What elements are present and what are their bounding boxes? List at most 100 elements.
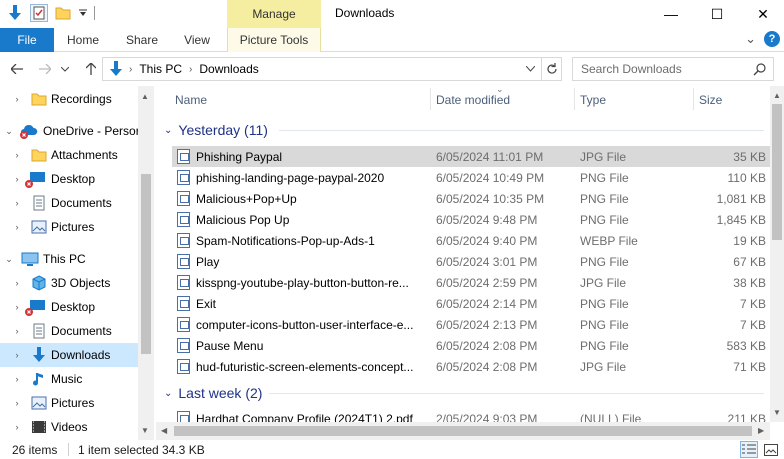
- address-bar[interactable]: › This PC › Downloads: [102, 57, 542, 81]
- horizontal-scroll-thumb[interactable]: [174, 426, 752, 436]
- close-button[interactable]: ✕: [740, 0, 784, 28]
- table-row[interactable]: kisspng-youtube-play-button-button-re...…: [172, 272, 770, 293]
- tab-home[interactable]: Home: [58, 28, 108, 52]
- sidebar-item-label: Recordings: [51, 92, 112, 106]
- chevron-down-icon[interactable]: ⌄: [164, 388, 172, 399]
- expand-ribbon-icon[interactable]: ⌄: [745, 31, 756, 47]
- file-list-horizontal-scrollbar[interactable]: ◀ ▶: [156, 422, 770, 440]
- forward-button[interactable]: [36, 60, 54, 78]
- back-button[interactable]: [8, 60, 26, 78]
- table-row[interactable]: Phishing Paypal 6/05/2024 11:01 PM JPG F…: [172, 146, 770, 167]
- file-size: 7 KB: [739, 318, 766, 332]
- chevron-right-icon[interactable]: ›: [12, 374, 22, 384]
- sidebar-item-documents[interactable]: › Documents: [0, 319, 138, 343]
- sidebar-item-pictures-onedrive[interactable]: › Pictures: [0, 215, 138, 239]
- chevron-right-icon[interactable]: ›: [12, 350, 22, 360]
- nav-pane-scroll-thumb[interactable]: [141, 174, 151, 354]
- chevron-down-icon[interactable]: ⌄: [4, 254, 14, 264]
- customize-toolbar-dropdown-icon[interactable]: [78, 4, 88, 22]
- chevron-right-icon[interactable]: ›: [12, 302, 22, 312]
- documents-icon: [31, 195, 47, 211]
- sidebar-item-attachments[interactable]: › Attachments: [0, 143, 138, 167]
- table-row[interactable]: Spam-Notifications-Pop-up-Ads-1 6/05/202…: [172, 230, 770, 251]
- tab-picture-tools[interactable]: Picture Tools: [227, 28, 321, 52]
- desktop-icon: [24, 299, 45, 316]
- column-divider[interactable]: [693, 88, 694, 110]
- scroll-down-icon[interactable]: ▼: [141, 426, 149, 435]
- minimize-button[interactable]: —: [648, 0, 694, 28]
- tab-view[interactable]: View: [174, 28, 220, 52]
- sidebar-item-downloads[interactable]: › Downloads: [0, 343, 138, 367]
- image-file-icon: [177, 254, 190, 269]
- refresh-button[interactable]: [542, 57, 562, 81]
- file-type: JPG File: [580, 150, 627, 164]
- chevron-right-icon[interactable]: ›: [12, 174, 22, 184]
- chevron-down-icon[interactable]: ⌄: [164, 125, 172, 136]
- file-list-vertical-scrollbar[interactable]: ▲ ▼: [770, 86, 784, 422]
- search-input[interactable]: Search Downloads: [572, 57, 774, 81]
- table-row[interactable]: Malicious+Pop+Up 6/05/2024 10:35 PM PNG …: [172, 188, 770, 209]
- sidebar-item-music[interactable]: › Music: [0, 367, 138, 391]
- sidebar-item-desktop[interactable]: › Desktop: [0, 295, 138, 319]
- group-divider-line: [269, 393, 764, 394]
- scroll-left-icon[interactable]: ◀: [161, 426, 167, 435]
- chevron-right-icon[interactable]: ›: [12, 326, 22, 336]
- help-icon[interactable]: ?: [764, 31, 780, 47]
- details-view-button[interactable]: [740, 441, 758, 458]
- nav-pane-scrollbar[interactable]: ▲ ▼: [138, 86, 154, 440]
- scroll-down-icon[interactable]: ▼: [773, 408, 781, 417]
- sidebar-item-recordings[interactable]: › Recordings: [0, 87, 138, 111]
- file-size: 583 KB: [726, 339, 766, 353]
- table-row[interactable]: Play 6/05/2024 3:01 PM PNG File 67 KB: [172, 251, 770, 272]
- sidebar-item-onedrive[interactable]: ⌄ OneDrive - Persor: [0, 119, 140, 143]
- vertical-scroll-thumb[interactable]: [772, 104, 782, 240]
- image-file-icon: [177, 338, 190, 353]
- scroll-up-icon[interactable]: ▲: [773, 91, 781, 100]
- address-dropdown-icon[interactable]: [526, 66, 535, 72]
- up-button[interactable]: [82, 60, 100, 78]
- recent-locations-button[interactable]: [60, 60, 70, 78]
- column-divider[interactable]: [574, 88, 575, 110]
- table-row[interactable]: Exit 6/05/2024 2:14 PM PNG File 7 KB: [172, 293, 770, 314]
- large-icons-view-button[interactable]: [762, 441, 780, 458]
- column-header-name[interactable]: Name: [175, 86, 207, 114]
- chevron-right-icon[interactable]: ›: [12, 422, 22, 432]
- group-header-last-week[interactable]: ⌄ Last week (2): [164, 382, 764, 404]
- sidebar-item-3d-objects[interactable]: › 3D Objects: [0, 271, 138, 295]
- column-header-type[interactable]: Type: [580, 86, 606, 114]
- image-file-icon: [177, 317, 190, 332]
- file-date: 6/05/2024 9:48 PM: [436, 213, 538, 227]
- scroll-up-icon[interactable]: ▲: [141, 92, 149, 101]
- chevron-right-icon[interactable]: ›: [12, 278, 22, 288]
- new-folder-icon[interactable]: [54, 4, 72, 22]
- table-row[interactable]: Pause Menu 6/05/2024 2:08 PM PNG File 58…: [172, 335, 770, 356]
- breadcrumb-this-pc[interactable]: This PC: [139, 62, 182, 76]
- tab-share[interactable]: Share: [116, 28, 168, 52]
- group-header-yesterday[interactable]: ⌄ Yesterday (11): [164, 119, 764, 141]
- chevron-right-icon[interactable]: ›: [12, 222, 22, 232]
- tab-file[interactable]: File: [0, 28, 54, 52]
- file-date: 6/05/2024 10:35 PM: [436, 192, 545, 206]
- chevron-right-icon[interactable]: ›: [12, 398, 22, 408]
- sidebar-item-videos[interactable]: › Videos: [0, 415, 138, 439]
- scroll-right-icon[interactable]: ▶: [758, 426, 764, 435]
- column-header-size[interactable]: Size: [699, 86, 722, 114]
- sidebar-item-desktop-onedrive[interactable]: › Desktop: [0, 167, 138, 191]
- sidebar-item-documents-onedrive[interactable]: › Documents: [0, 191, 138, 215]
- table-row[interactable]: phishing-landing-page-paypal-2020 6/05/2…: [172, 167, 770, 188]
- maximize-button[interactable]: ☐: [694, 0, 740, 28]
- properties-icon[interactable]: [30, 4, 48, 22]
- sidebar-item-pictures[interactable]: › Pictures: [0, 391, 138, 415]
- breadcrumb-downloads[interactable]: Downloads: [199, 62, 258, 76]
- table-row[interactable]: Malicious Pop Up 6/05/2024 9:48 PM PNG F…: [172, 209, 770, 230]
- column-divider[interactable]: [430, 88, 431, 110]
- table-row[interactable]: hud-futuristic-screen-elements-concept..…: [172, 356, 770, 377]
- chevron-down-icon[interactable]: ⌄: [4, 126, 14, 136]
- sidebar-item-this-pc[interactable]: ⌄ This PC: [0, 247, 138, 271]
- table-row[interactable]: computer-icons-button-user-interface-e..…: [172, 314, 770, 335]
- tab-manage[interactable]: Manage: [227, 0, 321, 28]
- chevron-right-icon[interactable]: ›: [12, 94, 22, 104]
- chevron-right-icon[interactable]: ›: [12, 198, 22, 208]
- image-file-icon: [177, 233, 190, 248]
- chevron-right-icon[interactable]: ›: [12, 150, 22, 160]
